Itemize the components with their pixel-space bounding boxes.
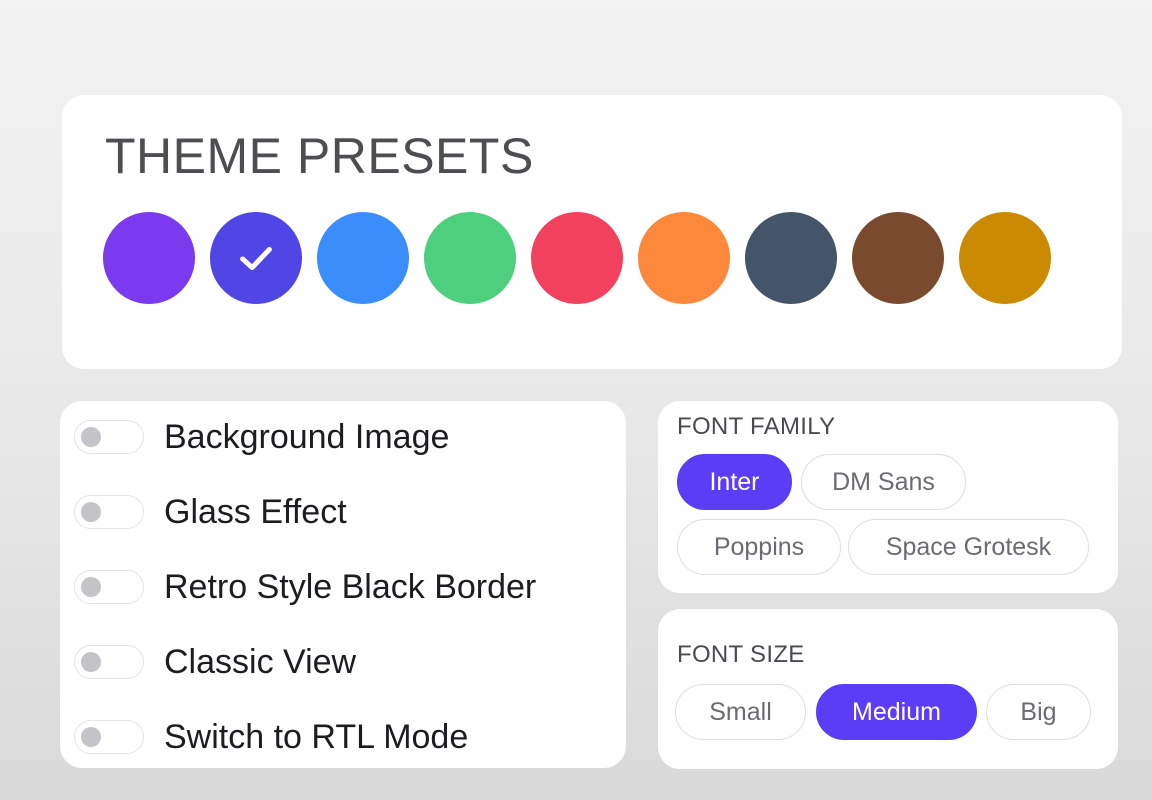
font-family-card: FONT FAMILY Inter DM Sans Poppins Space … (658, 401, 1118, 593)
theme-swatch-list (103, 212, 1051, 304)
toggle-row-glass-effect: Glass Effect (74, 487, 347, 537)
toggle-label: Switch to RTL Mode (164, 717, 469, 756)
toggle-row-retro-border: Retro Style Black Border (74, 562, 536, 612)
font-option-space-grotesk[interactable]: Space Grotesk (848, 519, 1089, 575)
toggle-knob (81, 427, 101, 447)
theme-swatch-blue[interactable] (317, 212, 409, 304)
font-family-label: FONT FAMILY (677, 413, 836, 440)
toggle-knob (81, 727, 101, 747)
font-option-inter[interactable]: Inter (677, 454, 792, 510)
theme-swatch-brown[interactable] (852, 212, 944, 304)
retro-border-toggle[interactable] (74, 570, 144, 604)
font-size-label: FONT SIZE (677, 641, 805, 668)
theme-swatch-slate[interactable] (745, 212, 837, 304)
toggle-row-classic-view: Classic View (74, 637, 356, 687)
theme-swatch-red[interactable] (531, 212, 623, 304)
toggle-label: Classic View (164, 642, 357, 681)
toggle-label: Glass Effect (164, 492, 347, 531)
toggle-knob (81, 652, 101, 672)
check-icon (240, 246, 272, 271)
font-size-big-button[interactable]: Big (986, 684, 1091, 740)
font-size-medium-button[interactable]: Medium (816, 684, 977, 740)
theme-presets-title: THEME PRESETS (105, 128, 534, 184)
glass-effect-toggle[interactable] (74, 495, 144, 529)
theme-swatch-orange[interactable] (638, 212, 730, 304)
toggle-knob (81, 502, 101, 522)
theme-swatch-gold[interactable] (959, 212, 1051, 304)
font-option-dm-sans[interactable]: DM Sans (801, 454, 966, 510)
toggle-row-background-image: Background Image (74, 412, 449, 462)
theme-swatch-green[interactable] (424, 212, 516, 304)
font-size-small-button[interactable]: Small (675, 684, 806, 740)
background-image-toggle[interactable] (74, 420, 144, 454)
theme-swatch-indigo[interactable] (210, 212, 302, 304)
font-size-card: FONT SIZE Small Medium Big (658, 609, 1118, 769)
classic-view-toggle[interactable] (74, 645, 144, 679)
font-option-poppins[interactable]: Poppins (677, 519, 841, 575)
toggle-row-rtl-mode: Switch to RTL Mode (74, 712, 468, 762)
toggle-label: Background Image (164, 417, 450, 456)
toggle-knob (81, 577, 101, 597)
rtl-mode-toggle[interactable] (74, 720, 144, 754)
theme-presets-card: THEME PRESETS (62, 95, 1122, 369)
theme-swatch-purple[interactable] (103, 212, 195, 304)
display-options-card: Background Image Glass Effect Retro Styl… (60, 401, 626, 768)
toggle-label: Retro Style Black Border (164, 567, 537, 606)
